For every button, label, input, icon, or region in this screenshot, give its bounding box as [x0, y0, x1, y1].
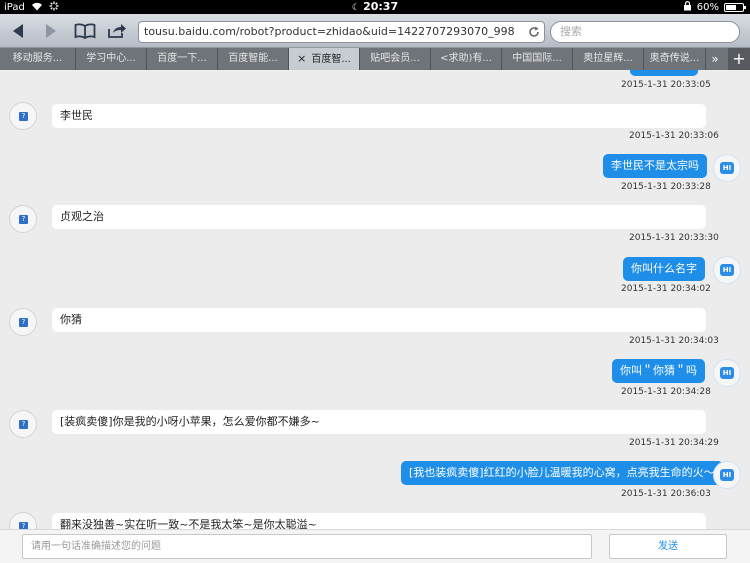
message-timestamp: 2015-1-31 20:33:30 [629, 233, 719, 243]
tab-label: 移动服务... [12, 53, 63, 64]
chat-area[interactable]: 2015-1-31 20:33:05 ? 李世民 2015-1-31 20:33… [0, 70, 750, 529]
clock-time: 20:37 [363, 0, 399, 13]
back-button[interactable] [6, 19, 30, 43]
share-icon [108, 24, 126, 38]
battery-level [726, 5, 736, 10]
chat-bubble-bot: 你猜 [52, 308, 706, 332]
bot-avatar-icon: ? [9, 102, 37, 130]
search-field[interactable]: 搜索 [550, 21, 740, 43]
share-button[interactable] [104, 19, 130, 43]
bot-avatar-icon: ? [9, 205, 37, 233]
message-timestamp: 2015-1-31 20:34:02 [621, 284, 711, 294]
chat-bubble-bot: 翻来没独善~实在听一致~不是我太笨~是你太聪溢~ [52, 513, 706, 529]
chat-bubble-user: 你叫什么名字 [623, 257, 705, 281]
user-avatar-icon: HI [713, 359, 741, 387]
message-timestamp: 2015-1-31 20:33:06 [629, 131, 719, 141]
moon-icon: ☾ [351, 3, 364, 13]
user-avatar-icon: HI [713, 154, 741, 182]
forward-arrow-icon [46, 24, 56, 38]
chat-bubble-user [630, 70, 698, 76]
message-input-placeholder: 请用一句话准确描述您的问题 [31, 541, 161, 552]
tab-item[interactable]: 百度智能... [218, 48, 289, 70]
tab-label: 百度智能... [228, 53, 278, 64]
book-icon [74, 23, 96, 40]
message-input-bar: 请用一句话准确描述您的问题 发送 [0, 529, 750, 563]
tab-label: 学习中心... [86, 53, 136, 64]
close-tab-icon[interactable]: × [297, 52, 306, 65]
tab-label: 中国国际... [512, 53, 562, 64]
url-text: tousu.baidu.com/robot?product=zhidao&uid… [144, 25, 515, 38]
chat-bubble-user: 李世民不是太宗吗 [603, 154, 707, 178]
bot-avatar-icon: ? [9, 308, 37, 336]
bot-avatar-icon: ? [9, 410, 37, 438]
tab-label: 百度一下... [157, 53, 207, 64]
tab-item[interactable]: <求助)有... [431, 48, 502, 70]
chat-bubble-bot: 贞观之治 [52, 205, 706, 229]
tab-item-active[interactable]: × 百度智... [289, 48, 360, 70]
message-input[interactable]: 请用一句话准确描述您的问题 [22, 534, 592, 559]
tab-label: <求助)有... [440, 53, 492, 64]
tab-item[interactable]: 奥拉星辉... [573, 48, 644, 70]
tab-label: 奥奇传说... [649, 53, 700, 64]
forward-button[interactable] [39, 19, 63, 43]
message-timestamp: 2015-1-31 20:34:28 [621, 387, 711, 397]
chat-bubble-bot: 李世民 [52, 104, 706, 128]
chat-bubble-user: 你叫＂你猜＂吗 [612, 359, 705, 383]
reload-icon[interactable] [528, 22, 540, 45]
search-placeholder: 搜索 [560, 25, 582, 38]
chat-bubble-user: [我也装疯卖傻]红红的小脸儿温暖我的心窝，点亮我生命的火～ [401, 461, 723, 485]
more-tabs-icon[interactable]: » [706, 48, 724, 70]
tab-item[interactable]: 移动服务... [0, 48, 76, 70]
back-arrow-icon [13, 24, 23, 38]
send-button[interactable]: 发送 [609, 534, 727, 559]
add-tab-button[interactable]: + [728, 48, 750, 70]
message-timestamp: 2015-1-31 20:33:05 [621, 80, 711, 90]
message-timestamp: 2015-1-31 20:34:03 [629, 336, 719, 346]
tab-item[interactable]: 百度一下... [147, 48, 218, 70]
battery-icon [724, 3, 746, 12]
browser-toolbar: tousu.baidu.com/robot?product=zhidao&uid… [0, 14, 750, 48]
url-field[interactable]: tousu.baidu.com/robot?product=zhidao&uid… [138, 21, 545, 43]
message-timestamp: 2015-1-31 20:33:28 [621, 182, 711, 192]
tab-label: 百度智... [311, 54, 351, 65]
user-avatar-icon: HI [713, 256, 741, 284]
plus-icon: + [732, 49, 746, 68]
message-timestamp: 2015-1-31 20:36:03 [621, 489, 711, 499]
user-avatar-icon: HI [713, 461, 741, 489]
tab-item[interactable]: 学习中心... [76, 48, 147, 70]
tab-item[interactable]: 中国国际... [502, 48, 573, 70]
status-bar: iPad ☾ 20:37 60% [0, 0, 750, 14]
lock-rotation-icon [683, 1, 692, 14]
tab-label: 奥拉星辉... [583, 53, 633, 64]
tab-item[interactable]: 奥奇传说... [644, 48, 706, 70]
bot-avatar-icon: ? [9, 512, 37, 529]
bookmarks-button[interactable] [71, 19, 99, 43]
tab-label: 贴吧会员... [370, 53, 420, 64]
message-timestamp: 2015-1-31 20:34:29 [629, 438, 719, 448]
tab-bar: 移动服务... 学习中心... 百度一下... 百度智能... × 百度智... … [0, 48, 750, 70]
chat-bubble-bot: [装疯卖傻]你是我的小呀小苹果，怎么爱你都不嫌多~ [52, 410, 706, 434]
battery-percent: 60% [696, 2, 719, 13]
tab-item[interactable]: 贴吧会员... [360, 48, 431, 70]
